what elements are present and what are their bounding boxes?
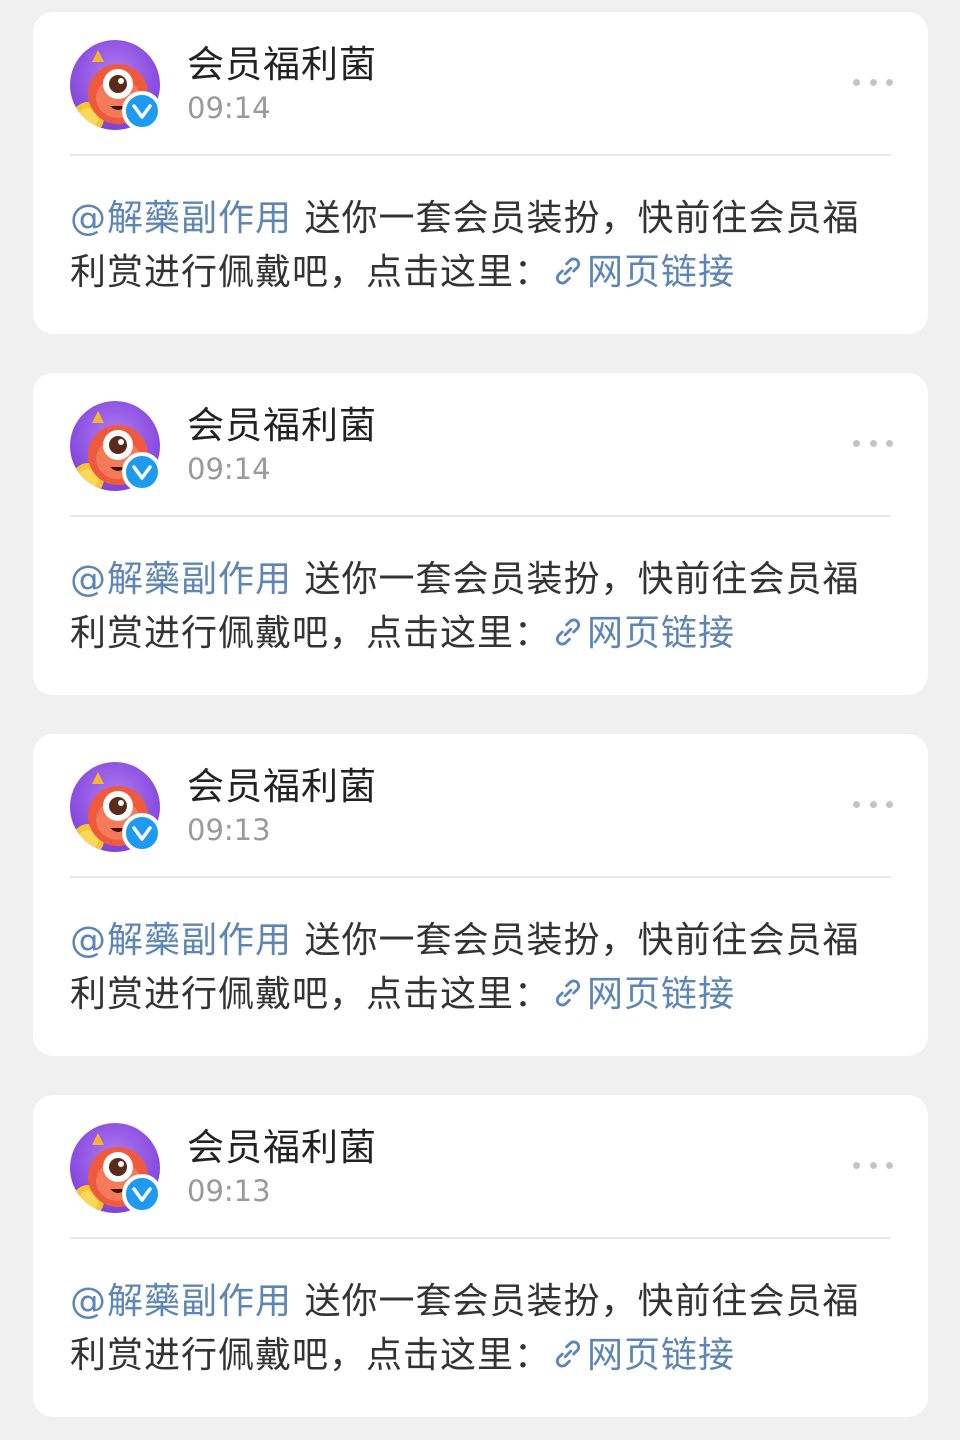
more-options-icon[interactable] xyxy=(853,70,893,94)
web-link[interactable]: 网页链接 xyxy=(551,974,735,1015)
notification-card[interactable]: 会员福利菌 09:14 @解藥副作用 送你一套会员装扮，快前往会员福利赏进行佩戴… xyxy=(33,373,928,695)
link-icon xyxy=(555,979,581,1007)
web-link-label: 网页链接 xyxy=(587,613,736,654)
post-time: 09:13 xyxy=(187,1174,271,1208)
more-options-icon[interactable] xyxy=(853,1153,893,1177)
post-time: 09:13 xyxy=(187,813,271,847)
user-mention-link[interactable]: @解藥副作用 xyxy=(70,1281,292,1322)
web-link-label: 网页链接 xyxy=(587,974,736,1015)
notification-card[interactable]: 会员福利菌 09:14 @解藥副作用 送你一套会员装扮，快前往会员福利赏进行佩戴… xyxy=(33,12,928,334)
web-link[interactable]: 网页链接 xyxy=(551,1335,735,1376)
more-options-icon[interactable] xyxy=(853,792,893,816)
author-name[interactable]: 会员福利菌 xyxy=(187,42,377,88)
author-name[interactable]: 会员福利菌 xyxy=(187,1125,377,1171)
notification-card[interactable]: 会员福利菌 09:13 @解藥副作用 送你一套会员装扮，快前往会员福利赏进行佩戴… xyxy=(33,1095,928,1417)
verified-badge-icon xyxy=(122,1174,162,1214)
web-link[interactable]: 网页链接 xyxy=(551,613,735,654)
link-icon xyxy=(555,1340,581,1368)
link-icon xyxy=(555,257,581,285)
divider xyxy=(70,154,891,156)
post-body: @解藥副作用 送你一套会员装扮，快前往会员福利赏进行佩戴吧，点击这里： 网页链接 xyxy=(70,192,880,300)
web-link[interactable]: 网页链接 xyxy=(551,252,735,293)
divider xyxy=(70,515,891,517)
divider xyxy=(70,876,891,878)
verified-badge-icon xyxy=(122,813,162,853)
post-body: @解藥副作用 送你一套会员装扮，快前往会员福利赏进行佩戴吧，点击这里： 网页链接 xyxy=(70,914,880,1022)
more-options-icon[interactable] xyxy=(853,431,893,455)
user-mention-link[interactable]: @解藥副作用 xyxy=(70,559,292,600)
user-mention-link[interactable]: @解藥副作用 xyxy=(70,198,292,239)
notification-card[interactable]: 会员福利菌 09:13 @解藥副作用 送你一套会员装扮，快前往会员福利赏进行佩戴… xyxy=(33,734,928,1056)
web-link-label: 网页链接 xyxy=(587,1335,736,1376)
notification-feed: 会员福利菌 09:14 @解藥副作用 送你一套会员装扮，快前往会员福利赏进行佩戴… xyxy=(0,0,960,1440)
post-time: 09:14 xyxy=(187,452,271,486)
author-name[interactable]: 会员福利菌 xyxy=(187,764,377,810)
divider xyxy=(70,1237,891,1239)
web-link-label: 网页链接 xyxy=(587,252,736,293)
verified-badge-icon xyxy=(122,452,162,492)
link-icon xyxy=(555,618,581,646)
post-time: 09:14 xyxy=(187,91,271,125)
user-mention-link[interactable]: @解藥副作用 xyxy=(70,920,292,961)
post-body: @解藥副作用 送你一套会员装扮，快前往会员福利赏进行佩戴吧，点击这里： 网页链接 xyxy=(70,553,880,661)
post-body: @解藥副作用 送你一套会员装扮，快前往会员福利赏进行佩戴吧，点击这里： 网页链接 xyxy=(70,1275,880,1383)
author-name[interactable]: 会员福利菌 xyxy=(187,403,377,449)
verified-badge-icon xyxy=(122,91,162,131)
